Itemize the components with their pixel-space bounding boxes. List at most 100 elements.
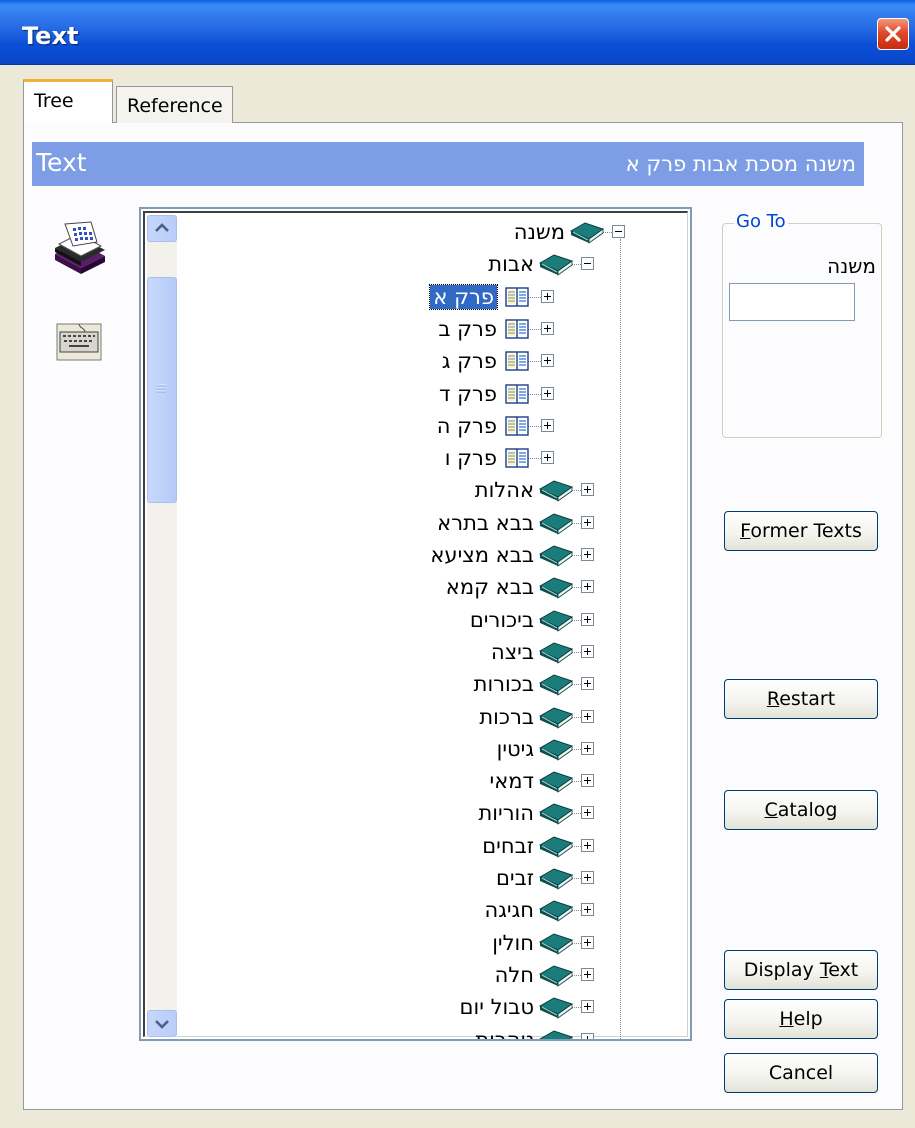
tree-item-chapter[interactable]: פרק ב: [141, 314, 690, 344]
button-accelerator: H: [779, 1008, 794, 1030]
tree-item-avot[interactable]: אבות: [141, 249, 690, 279]
tree-item-tractate[interactable]: בבא מציעא: [141, 540, 690, 570]
expand-icon[interactable]: [541, 321, 554, 335]
open-book-icon: [505, 286, 529, 312]
display-text-button[interactable]: Display Text: [724, 950, 878, 990]
tree-item-label: זבים: [495, 866, 534, 890]
expand-icon[interactable]: [581, 741, 594, 755]
tree-item-chapter[interactable]: פרק ד: [141, 379, 690, 409]
book-icon: [538, 510, 574, 540]
header-strip: Text משנה מסכת אבות פרק א: [32, 142, 864, 186]
tree-connector: [527, 425, 541, 427]
tree-item-root[interactable]: משנה: [141, 217, 690, 247]
expand-icon[interactable]: [581, 871, 594, 884]
expand-icon[interactable]: [581, 548, 594, 561]
expand-icon[interactable]: [581, 677, 594, 691]
book-icon: [538, 477, 574, 507]
cancel-button[interactable]: Cancel: [724, 1053, 878, 1093]
expand-icon[interactable]: [581, 903, 594, 917]
expand-icon[interactable]: [541, 386, 554, 400]
catalog-button[interactable]: Catalog: [724, 790, 878, 830]
tree-item-tractate[interactable]: חולין: [141, 928, 690, 958]
expand-icon[interactable]: [581, 483, 594, 497]
open-book-icon: [505, 318, 529, 344]
tree-item-chapter[interactable]: פרק ו: [141, 443, 690, 473]
goto-legend: Go To: [734, 211, 788, 232]
book-icon: [538, 607, 574, 637]
tree-item-tractate[interactable]: זבים: [141, 863, 690, 893]
tree-item-tractate[interactable]: הוריות: [141, 798, 690, 828]
tree-connector: [527, 296, 541, 298]
tree-item-label: ביצה: [490, 639, 534, 664]
expand-icon[interactable]: [581, 709, 594, 723]
expand-icon[interactable]: [581, 515, 594, 529]
expand-icon[interactable]: [541, 451, 554, 465]
tree-item-tractate[interactable]: בכורות: [141, 669, 690, 699]
button-label: elp: [793, 1008, 823, 1030]
tree-item-tractate[interactable]: זבחים: [141, 831, 690, 861]
expand-icon[interactable]: [541, 289, 554, 303]
expand-icon[interactable]: [541, 418, 554, 432]
tree-item-label: בכורות: [473, 672, 534, 697]
collapse-icon[interactable]: [581, 257, 594, 271]
button-accelerator: F: [740, 520, 751, 542]
tree-item-tractate[interactable]: ביצה: [141, 637, 690, 667]
tree-item-tractate[interactable]: ביכורים: [141, 605, 690, 635]
header-current-location: משנה מסכת אבות פרק א: [625, 152, 856, 176]
help-button[interactable]: Help: [724, 999, 878, 1039]
tree-item-tractate[interactable]: חגיגה: [141, 895, 690, 925]
restart-button[interactable]: Restart: [724, 679, 878, 719]
close-button[interactable]: [877, 18, 909, 50]
collapse-icon[interactable]: [612, 225, 625, 238]
expand-icon[interactable]: [581, 580, 594, 594]
book-icon: [538, 897, 574, 927]
tree-connector: [527, 393, 541, 395]
tree-item-tractate[interactable]: טבול יום: [141, 992, 690, 1022]
book-icon: [538, 251, 574, 281]
tree-item-chapter[interactable]: פרק ה: [141, 411, 690, 441]
open-book-icon: [505, 383, 529, 409]
tree-item-label: חלה: [494, 962, 534, 987]
book-icon: [569, 219, 605, 249]
tree-item-label: אהלות: [474, 478, 534, 503]
tree-item-tractate[interactable]: דמאי: [141, 766, 690, 796]
tab-reference[interactable]: Reference: [116, 86, 233, 123]
expand-icon[interactable]: [581, 806, 594, 820]
book-icon: [538, 800, 574, 830]
expand-icon[interactable]: [541, 354, 554, 368]
expand-icon[interactable]: [581, 612, 594, 626]
expand-icon[interactable]: [581, 1032, 594, 1039]
tree-item-tractate[interactable]: אהלות: [141, 475, 690, 505]
book-icon: [538, 1027, 574, 1039]
goto-input[interactable]: [729, 283, 855, 321]
tree-item-tractate[interactable]: בבא בתרא: [141, 508, 690, 538]
expand-icon[interactable]: [581, 838, 594, 852]
tree-item-label: הוריות: [478, 801, 534, 826]
tab-tree[interactable]: Tree: [23, 79, 113, 123]
expand-icon[interactable]: [581, 935, 594, 949]
tree-item-label: גיטין: [496, 736, 534, 761]
print-icon[interactable]: [51, 220, 107, 282]
tree-item-tractate[interactable]: טהרות: [141, 1025, 690, 1039]
tree-view[interactable]: משנה אבות פרק א פרק ב פרק ג פרק ד פרק ה פרק ו אה…: [139, 207, 692, 1041]
expand-icon[interactable]: [581, 967, 594, 981]
expand-icon[interactable]: [581, 1000, 594, 1014]
tree-item-tractate[interactable]: גיטין: [141, 734, 690, 764]
tree-item-label: פרק ג: [441, 349, 497, 374]
title-bar[interactable]: Text: [0, 0, 915, 65]
book-icon: [538, 736, 574, 766]
expand-icon[interactable]: [581, 774, 594, 788]
button-accelerator: T: [819, 959, 829, 981]
tree-item-label: זבחים: [482, 833, 534, 858]
keyboard-icon[interactable]: [55, 322, 103, 366]
expand-icon[interactable]: [581, 644, 594, 658]
tree-item-label: דמאי: [489, 769, 534, 794]
tree-item-chapter[interactable]: פרק א: [141, 282, 690, 312]
former-texts-button[interactable]: Former Texts: [724, 511, 878, 551]
tree-item-tractate[interactable]: ברכות: [141, 702, 690, 732]
tree-item-tractate[interactable]: בבא קמא: [141, 572, 690, 602]
book-icon: [538, 930, 574, 960]
tree-item-chapter[interactable]: פרק ג: [141, 346, 690, 376]
tree-item-tractate[interactable]: חלה: [141, 960, 690, 990]
open-book-icon: [505, 350, 529, 376]
